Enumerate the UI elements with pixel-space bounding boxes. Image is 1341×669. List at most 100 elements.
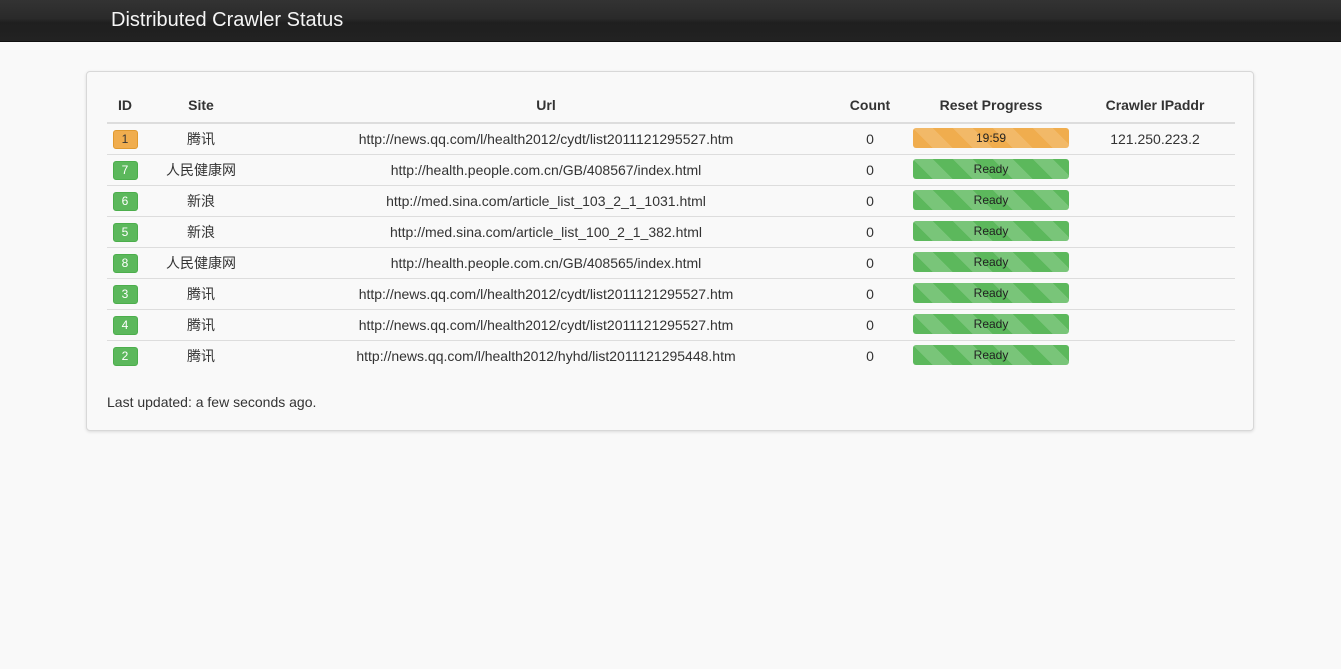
cell-url: http://news.qq.com/l/health2012/cydt/lis… xyxy=(259,309,833,341)
col-header-crawler-ip: Crawler IPaddr xyxy=(1075,88,1235,124)
reset-progress-bar: Ready xyxy=(913,189,1069,210)
cell-site: 腾讯 xyxy=(143,123,259,155)
site-name: 人民健康网 xyxy=(166,255,236,271)
count-value: 0 xyxy=(866,286,874,302)
count-value: 0 xyxy=(866,131,874,147)
reset-progress-bar: Ready xyxy=(913,282,1069,303)
id-badge: 1 xyxy=(112,129,138,149)
reset-progress-bar: 19:59 xyxy=(913,127,1069,148)
cell-ip xyxy=(1075,278,1235,310)
cell-id: 4 xyxy=(107,309,143,341)
url-text[interactable]: http://health.people.com.cn/GB/408567/in… xyxy=(391,162,702,178)
cell-site: 腾讯 xyxy=(143,340,259,371)
cell-site: 腾讯 xyxy=(143,278,259,310)
cell-count: 0 xyxy=(833,278,907,310)
id-badge: 4 xyxy=(112,315,138,335)
id-badge: 7 xyxy=(112,160,138,180)
navbar: Distributed Crawler Status xyxy=(0,0,1341,42)
col-header-id: ID xyxy=(107,88,143,124)
crawler-table: ID Site Url Count Reset Progress Crawler… xyxy=(107,88,1235,371)
cell-count: 0 xyxy=(833,247,907,279)
url-text[interactable]: http://news.qq.com/l/health2012/cydt/lis… xyxy=(359,317,734,333)
id-badge: 2 xyxy=(112,346,138,366)
cell-ip xyxy=(1075,309,1235,341)
site-name: 腾讯 xyxy=(187,131,215,147)
table-row: 7 人民健康网 http://health.people.com.cn/GB/408… xyxy=(107,154,1235,186)
url-text[interactable]: http://news.qq.com/l/health2012/cydt/lis… xyxy=(359,131,734,147)
col-header-count: Count xyxy=(833,88,907,124)
cell-id: 6 xyxy=(107,185,143,217)
count-value: 0 xyxy=(866,224,874,240)
count-value: 0 xyxy=(866,255,874,271)
table-row: 2 腾讯 http://news.qq.com/l/health2012/hyhd/… xyxy=(107,340,1235,371)
cell-id: 5 xyxy=(107,216,143,248)
table-row: 6 新浪 http://med.sina.com/article_list_103_… xyxy=(107,185,1235,217)
cell-progress: 19:59 xyxy=(907,123,1075,155)
app-title[interactable]: Distributed Crawler Status xyxy=(111,9,343,32)
cell-url: http://med.sina.com/article_list_103_2_1… xyxy=(259,185,833,217)
count-value: 0 xyxy=(866,162,874,178)
cell-site: 新浪 xyxy=(143,216,259,248)
site-name: 新浪 xyxy=(187,193,215,209)
cell-count: 0 xyxy=(833,185,907,217)
table-row: 4 腾讯 http://news.qq.com/l/health2012/cydt/… xyxy=(107,309,1235,341)
cell-site: 腾讯 xyxy=(143,309,259,341)
cell-url: http://med.sina.com/article_list_100_2_1… xyxy=(259,216,833,248)
site-name: 腾讯 xyxy=(187,348,215,364)
url-text[interactable]: http://med.sina.com/article_list_103_2_1… xyxy=(386,193,706,209)
cell-count: 0 xyxy=(833,216,907,248)
cell-progress: Ready xyxy=(907,309,1075,341)
table-header-row: ID Site Url Count Reset Progress Crawler… xyxy=(107,88,1235,124)
cell-ip xyxy=(1075,185,1235,217)
cell-id: 2 xyxy=(107,340,143,371)
site-name: 新浪 xyxy=(187,224,215,240)
site-name: 人民健康网 xyxy=(166,162,236,178)
url-text[interactable]: http://news.qq.com/l/health2012/hyhd/lis… xyxy=(356,348,735,364)
url-text[interactable]: http://med.sina.com/article_list_100_2_1… xyxy=(390,224,702,240)
cell-ip xyxy=(1075,247,1235,279)
cell-id: 7 xyxy=(107,154,143,186)
cell-progress: Ready xyxy=(907,340,1075,371)
reset-progress-bar: Ready xyxy=(913,344,1069,365)
cell-url: http://health.people.com.cn/GB/408565/in… xyxy=(259,247,833,279)
cell-url: http://news.qq.com/l/health2012/hyhd/lis… xyxy=(259,340,833,371)
cell-id: 8 xyxy=(107,247,143,279)
cell-progress: Ready xyxy=(907,154,1075,186)
reset-progress-bar: Ready xyxy=(913,220,1069,241)
cell-site: 人民健康网 xyxy=(143,154,259,186)
count-value: 0 xyxy=(866,348,874,364)
cell-id: 1 xyxy=(107,123,143,155)
site-name: 腾讯 xyxy=(187,317,215,333)
col-header-reset-progress: Reset Progress xyxy=(907,88,1075,124)
reset-progress-bar: Ready xyxy=(913,251,1069,272)
cell-progress: Ready xyxy=(907,216,1075,248)
col-header-site: Site xyxy=(143,88,259,124)
col-header-url: Url xyxy=(259,88,833,124)
cell-count: 0 xyxy=(833,123,907,155)
table-row: 3 腾讯 http://news.qq.com/l/health2012/cydt/… xyxy=(107,278,1235,310)
cell-url: http://news.qq.com/l/health2012/cydt/lis… xyxy=(259,123,833,155)
reset-progress-bar: Ready xyxy=(913,158,1069,179)
reset-progress-bar: Ready xyxy=(913,313,1069,334)
table-row: 1 腾讯 http://news.qq.com/l/health2012/cydt/… xyxy=(107,123,1235,155)
cell-site: 新浪 xyxy=(143,185,259,217)
cell-url: http://health.people.com.cn/GB/408567/in… xyxy=(259,154,833,186)
cell-ip xyxy=(1075,340,1235,371)
cell-count: 0 xyxy=(833,154,907,186)
count-value: 0 xyxy=(866,317,874,333)
cell-url: http://news.qq.com/l/health2012/cydt/lis… xyxy=(259,278,833,310)
cell-progress: Ready xyxy=(907,247,1075,279)
cell-count: 0 xyxy=(833,340,907,371)
last-updated-text: Last updated: a few seconds ago. xyxy=(107,394,317,410)
count-value: 0 xyxy=(866,193,874,209)
id-badge: 3 xyxy=(112,284,138,304)
cell-site: 人民健康网 xyxy=(143,247,259,279)
url-text[interactable]: http://news.qq.com/l/health2012/cydt/lis… xyxy=(359,286,734,302)
table-row: 5 新浪 http://med.sina.com/article_list_100_… xyxy=(107,216,1235,248)
crawler-ip: 121.250.223.2 xyxy=(1110,131,1200,147)
cell-count: 0 xyxy=(833,309,907,341)
status-panel: ID Site Url Count Reset Progress Crawler… xyxy=(86,71,1254,431)
id-badge: 8 xyxy=(112,253,138,273)
url-text[interactable]: http://health.people.com.cn/GB/408565/in… xyxy=(391,255,702,271)
site-name: 腾讯 xyxy=(187,286,215,302)
